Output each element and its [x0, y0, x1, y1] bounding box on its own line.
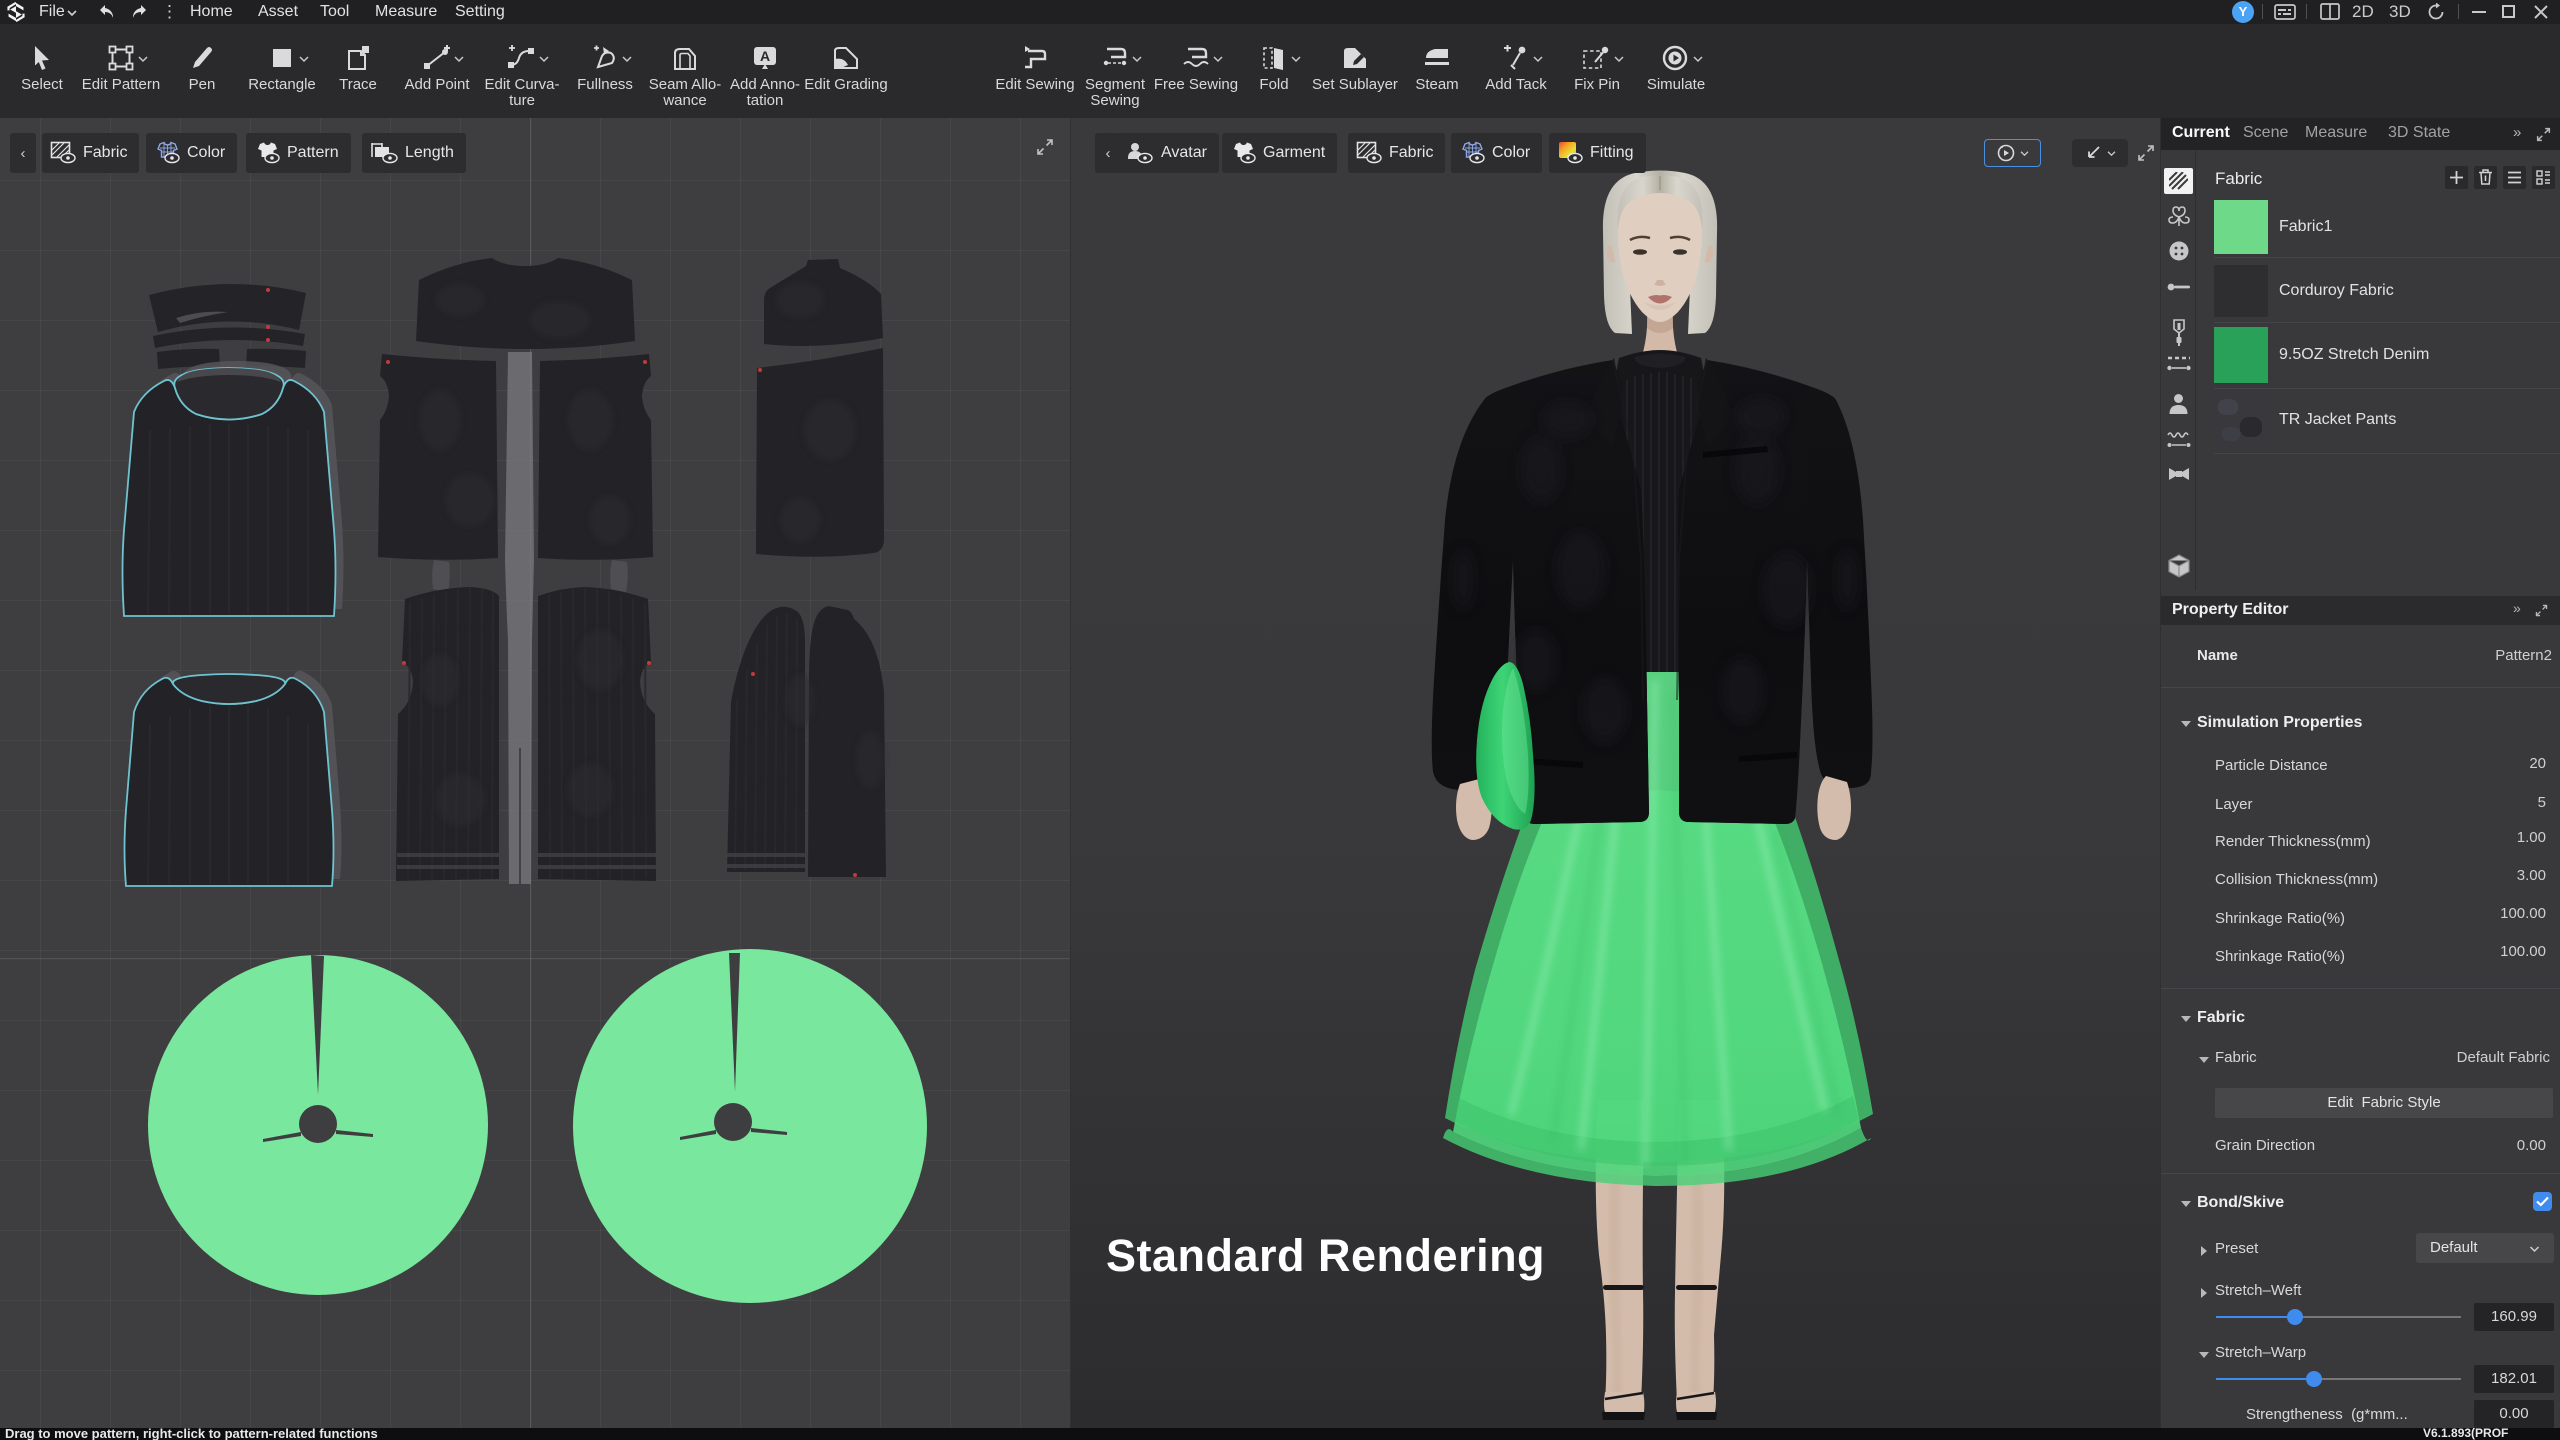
svg-text:A: A	[760, 48, 770, 64]
